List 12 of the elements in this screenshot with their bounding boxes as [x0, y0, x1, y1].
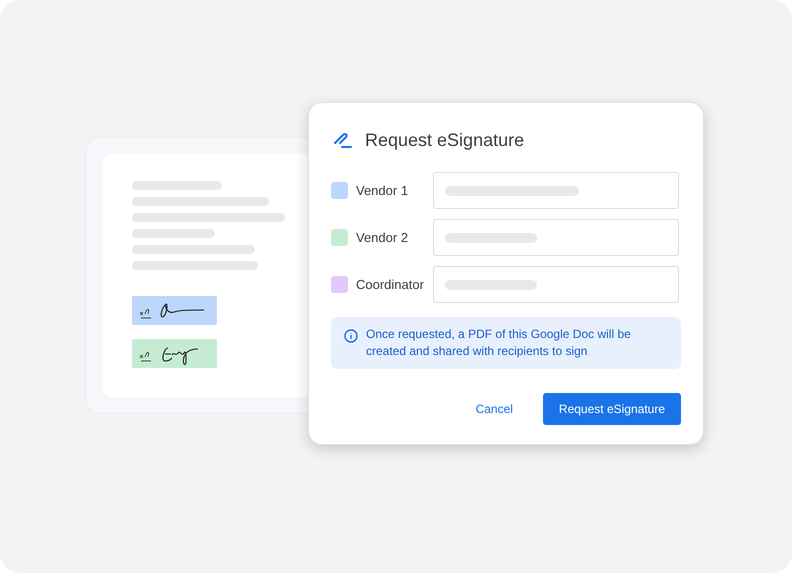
signer-label: Vendor 2	[356, 228, 410, 247]
info-icon	[344, 329, 358, 343]
signer-label: Coordinator	[356, 276, 425, 294]
signature-pen-icon	[333, 132, 353, 150]
cancel-button[interactable]: Cancel	[468, 393, 521, 425]
email-field[interactable]	[433, 172, 679, 209]
dialog-title: Request eSignature	[365, 129, 524, 152]
info-text: Once requested, a PDF of this Google Doc will be created and shared with recipients to sign	[366, 326, 632, 360]
email-field[interactable]	[433, 219, 679, 256]
email-field[interactable]	[433, 266, 679, 303]
signer-label: Vendor 1	[356, 182, 410, 200]
request-button[interactable]: Request eSignature	[542, 393, 681, 425]
